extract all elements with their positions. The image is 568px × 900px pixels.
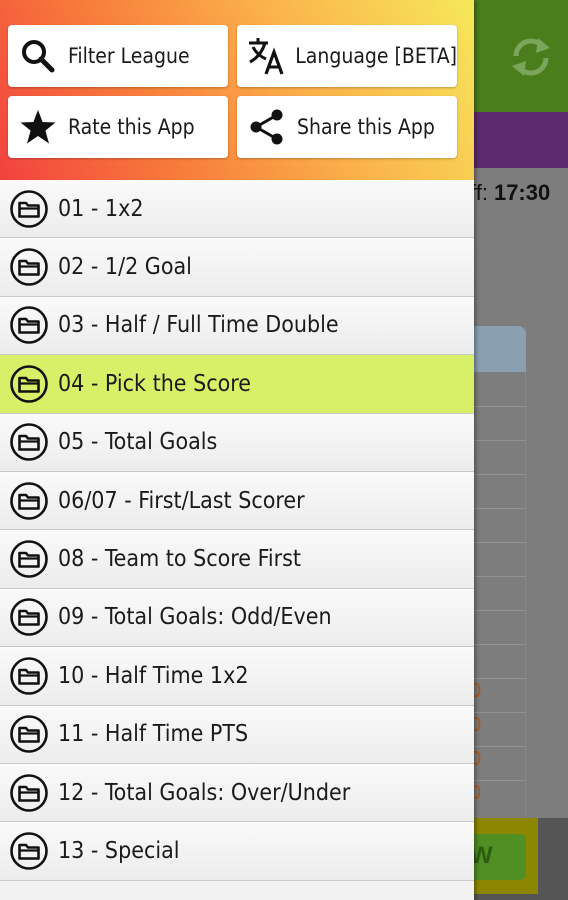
filter-league-label: Filter League: [68, 44, 190, 68]
folder-icon: [0, 180, 58, 238]
table-divider: [470, 576, 526, 577]
rate-app-button[interactable]: Rate this App: [8, 96, 228, 158]
kickoff-time: ff: 17:30: [470, 180, 550, 206]
star-icon: [8, 96, 68, 158]
table-divider: [470, 746, 526, 747]
share-app-label: Share this App: [297, 115, 435, 139]
table-divider: [470, 440, 526, 441]
menu-item[interactable]: 01 - 1x2: [0, 180, 474, 239]
menu-item[interactable]: 10 - Half Time 1x2: [0, 647, 474, 706]
folder-icon: [0, 647, 58, 705]
filter-league-button[interactable]: Filter League: [8, 25, 228, 87]
share-app-button[interactable]: Share this App: [237, 96, 457, 158]
folder-icon: [0, 413, 58, 471]
menu-item[interactable]: 03 - Half / Full Time Double: [0, 296, 474, 356]
folder-icon: [0, 705, 58, 763]
menu-item-label: 09 - Total Goals: Odd/Even: [58, 604, 332, 631]
share-icon: [237, 96, 297, 158]
folder-icon: [0, 355, 58, 413]
table-divider: [470, 610, 526, 611]
table-divider: [470, 406, 526, 407]
menu-item-label: 04 - Pick the Score: [58, 370, 252, 397]
rate-app-label: Rate this App: [68, 115, 195, 139]
kickoff-value: 17:30: [493, 180, 551, 205]
language-button[interactable]: Language [BETA]: [237, 25, 457, 87]
search-icon: [8, 25, 68, 87]
menu-item[interactable]: 09 - Total Goals: Odd/Even: [0, 588, 474, 648]
menu-item[interactable]: 06/07 - First/Last Scorer: [0, 471, 474, 531]
table-divider: [470, 712, 526, 713]
drawer-header: Filter League Language [BETA] Rate this …: [0, 0, 474, 180]
folder-icon: [0, 472, 58, 530]
bet-type-menu: 01 - 1x2 02 - 1/2 Goal 03 - Half / Full Ti…: [0, 180, 474, 881]
folder-icon: [0, 588, 58, 646]
table-divider: [470, 644, 526, 645]
table-divider: [470, 474, 526, 475]
menu-item-label: 01 - 1x2: [58, 195, 144, 222]
menu-item-label: 10 - Half Time 1x2: [58, 662, 249, 689]
background-action-button[interactable]: W: [470, 834, 526, 880]
table-divider: [470, 542, 526, 543]
language-label: Language [BETA]: [295, 44, 457, 68]
navigation-drawer: Filter League Language [BETA] Rate this …: [0, 0, 474, 900]
menu-item[interactable]: 12 - Total Goals: Over/Under: [0, 763, 474, 823]
folder-icon: [0, 296, 58, 354]
menu-item-label: 08 - Team to Score First: [58, 546, 301, 573]
table-header: [470, 326, 526, 372]
folder-icon: [0, 764, 58, 822]
menu-item-label: 05 - Total Goals: [58, 429, 218, 456]
menu-item[interactable]: 02 - 1/2 Goal: [0, 238, 474, 297]
menu-item[interactable]: 08 - Team to Score First: [0, 530, 474, 589]
table-divider: [470, 780, 526, 781]
table-divider: [470, 678, 526, 679]
background-odds-table: 0 0 0 0: [470, 326, 526, 816]
menu-item[interactable]: 04 - Pick the Score: [0, 355, 474, 414]
refresh-icon[interactable]: [508, 34, 554, 80]
translate-icon: [237, 25, 295, 87]
menu-item-label: 06/07 - First/Last Scorer: [58, 487, 305, 514]
menu-item-label: 02 - 1/2 Goal: [58, 254, 192, 281]
menu-item-label: 13 - Special: [58, 837, 180, 864]
folder-icon: [0, 530, 58, 588]
menu-item-label: 11 - Half Time PTS: [58, 721, 249, 748]
menu-item[interactable]: 05 - Total Goals: [0, 413, 474, 472]
menu-item-label: 03 - Half / Full Time Double: [58, 312, 339, 339]
menu-item-label: 12 - Total Goals: Over/Under: [58, 779, 351, 806]
menu-item[interactable]: 11 - Half Time PTS: [0, 705, 474, 764]
folder-icon: [0, 822, 58, 880]
table-divider: [470, 508, 526, 509]
menu-item[interactable]: 13 - Special: [0, 822, 474, 881]
folder-icon: [0, 238, 58, 296]
